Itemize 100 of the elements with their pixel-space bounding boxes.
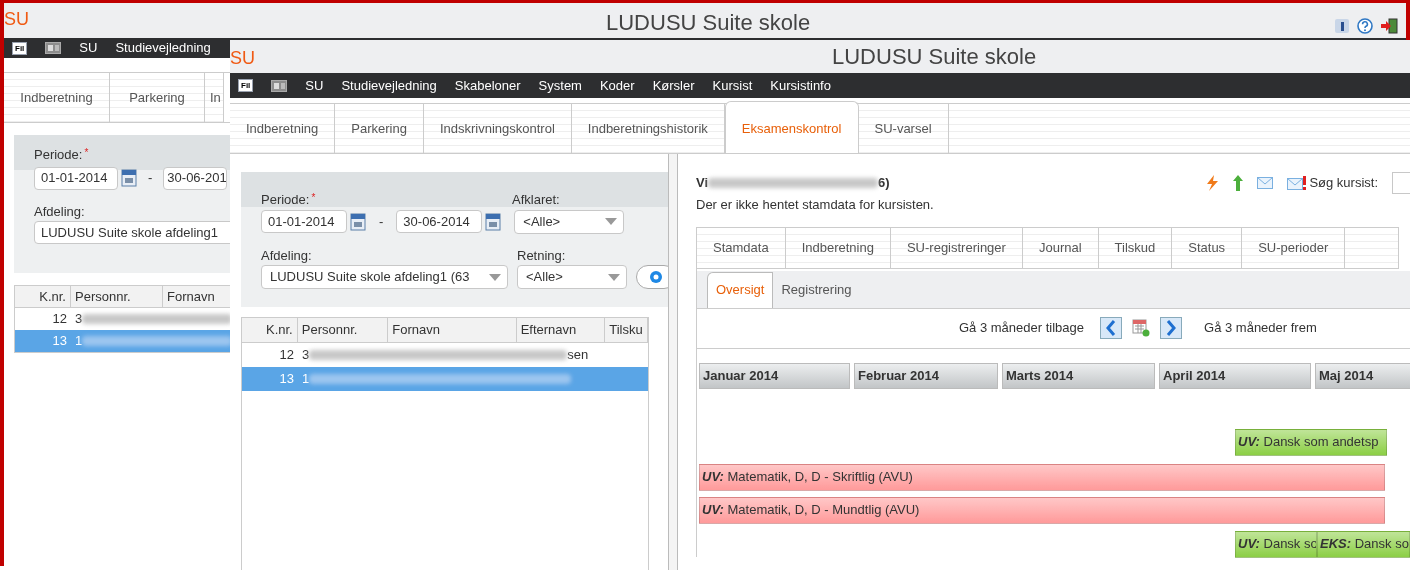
timeline-bar[interactable]: UV: Matematik, D, D - Skriftlig (AVU) [699, 463, 1385, 491]
date-field[interactable]: 01-01-2014 [34, 166, 118, 190]
table-cell-text: 1 [74, 332, 83, 351]
dropdown[interactable]: LUDUSU Suite skole afdeling1 (63 [261, 265, 508, 289]
field-label: Afklaret: [512, 191, 560, 209]
nav-label: Gå 3 måneder frem [1204, 319, 1317, 338]
mail-icon[interactable] [1257, 177, 1274, 189]
window-title: LUDUSU Suite skole [832, 43, 1037, 71]
menu-item[interactable]: Studievejledning [115, 38, 211, 58]
caret-icon[interactable] [605, 218, 618, 225]
timeline-bar[interactable]: EKS: Dansk so [1317, 530, 1410, 558]
table-cell-text: 3 [301, 346, 310, 365]
splitter-handle[interactable] [668, 154, 678, 570]
column-header[interactable]: Personnr. [297, 318, 389, 342]
column-header[interactable]: Personnr. [71, 286, 163, 307]
dropdown[interactable]: <Alle> [517, 265, 627, 289]
dropdown-value: <Alle> [523, 212, 561, 231]
calendar-icon[interactable] [121, 169, 137, 187]
app-logo: SU [4, 9, 29, 29]
menu-item[interactable]: SU [79, 38, 98, 58]
chevron-right-icon[interactable] [1160, 317, 1183, 339]
menu-item[interactable]: Kørsler [652, 75, 695, 96]
menu-item[interactable]: System [538, 75, 582, 96]
date-field[interactable]: 01-01-2014 [261, 210, 347, 233]
date-field[interactable]: 30-06-201 [163, 166, 228, 190]
tab[interactable]: SU-registreringer [890, 227, 1023, 268]
column-header[interactable]: Fornavn [388, 318, 517, 342]
calendar-icon[interactable] [485, 212, 502, 231]
dropdown-value: <Alle> [526, 268, 563, 287]
timeline-bar[interactable]: UV: Matematik, D, D - Mundtlig (AVU) [699, 496, 1385, 524]
calendar-icon[interactable] [1132, 319, 1151, 337]
column-header[interactable]: Tilsku [605, 318, 648, 342]
range-separator: - [379, 212, 384, 231]
table-cell-text: 3 [74, 310, 83, 329]
month-header: Marts 2014 [1002, 362, 1155, 389]
tab[interactable]: Stamdata [697, 227, 786, 268]
file-menu-button[interactable]: Fil [238, 79, 254, 92]
menu-item[interactable]: SU [305, 75, 324, 96]
refresh-button[interactable] [636, 265, 668, 289]
tab[interactable]: Registrering [773, 271, 860, 308]
menu-item[interactable]: Kursist [712, 75, 753, 96]
tab[interactable]: Indberetning [4, 73, 110, 122]
dropdown[interactable]: <Alle> [514, 209, 625, 234]
table-cell-text: sen [567, 346, 589, 365]
tab[interactable]: Parkering [110, 73, 205, 122]
column-header[interactable]: K.nr. [15, 286, 71, 307]
menu-item[interactable]: Studievejledning [341, 75, 437, 96]
field-label: Periode: [34, 146, 83, 164]
tab[interactable]: SU-perioder [1242, 227, 1346, 268]
calendar-icon[interactable] [350, 212, 366, 231]
tab[interactable]: In [205, 73, 224, 122]
table-cell-text: 12 [51, 310, 68, 329]
dropdown-value: LUDUSU Suite skole afdeling1 (63 [270, 268, 470, 287]
required-mark: * [311, 191, 316, 205]
search-field[interactable] [1392, 172, 1410, 194]
student-name: Vi [696, 174, 709, 193]
table-cell-text: 13 [278, 370, 295, 389]
refresh-icon[interactable] [649, 270, 663, 284]
tab[interactable]: Status [1172, 227, 1243, 268]
chevron-left-icon[interactable] [1100, 317, 1123, 339]
caret-icon[interactable] [608, 273, 620, 281]
tab[interactable]: Tilskud [1098, 227, 1173, 268]
student-name: 6) [878, 174, 890, 193]
field-label: Retning: [517, 246, 566, 265]
up-arrow-icon[interactable] [1233, 175, 1244, 191]
field-label: Søg kursist: [1309, 174, 1378, 193]
date-field[interactable]: 30-06-2014 [396, 210, 483, 233]
document-icon[interactable] [271, 79, 288, 92]
document-icon[interactable] [45, 42, 62, 54]
table-cell-text: 1 [301, 370, 310, 389]
window-title: LUDUSU Suite skole [606, 9, 811, 37]
help-icon[interactable] [1357, 18, 1373, 34]
required-mark: * [84, 146, 89, 160]
column-header[interactable]: Efternavn [516, 318, 606, 342]
column-header[interactable]: K.nr. [242, 318, 298, 342]
month-header: April 2014 [1159, 362, 1311, 389]
tab[interactable]: Eksamenskontrol [724, 101, 859, 153]
month-header: Februar 2014 [854, 362, 998, 389]
field-label: Periode: [261, 191, 310, 209]
range-separator: - [148, 169, 153, 188]
tab[interactable]: Journal [1022, 227, 1099, 268]
file-menu-button[interactable]: Fil [12, 41, 28, 55]
info-icon[interactable] [1335, 19, 1349, 33]
month-header: Januar 2014 [699, 362, 850, 389]
menu-item[interactable]: Skabeloner [454, 75, 521, 96]
caret-icon[interactable] [489, 273, 501, 281]
field-label: Afdeling: [34, 202, 86, 221]
exit-icon[interactable] [1381, 18, 1398, 34]
nav-label: Gå 3 måneder tilbage [959, 319, 1085, 338]
tab[interactable]: Indberetning [785, 227, 891, 268]
menu-item[interactable]: Kursistinfo [770, 75, 831, 96]
month-header: Maj 2014 [1315, 362, 1410, 389]
tab[interactable]: Oversigt [707, 271, 774, 308]
status-message: Der er ikke hentet stamdata for kursisten. [696, 196, 935, 214]
lightning-icon[interactable] [1205, 175, 1220, 191]
menu-item[interactable]: Koder [599, 75, 635, 96]
timeline-bar[interactable]: UV: Dansk som andetsp [1235, 428, 1387, 456]
field-label: Afdeling: [261, 246, 313, 265]
department-field[interactable]: LUDUSU Suite skole afdeling1 [34, 221, 230, 244]
mail-alert-icon[interactable] [1287, 176, 1308, 190]
